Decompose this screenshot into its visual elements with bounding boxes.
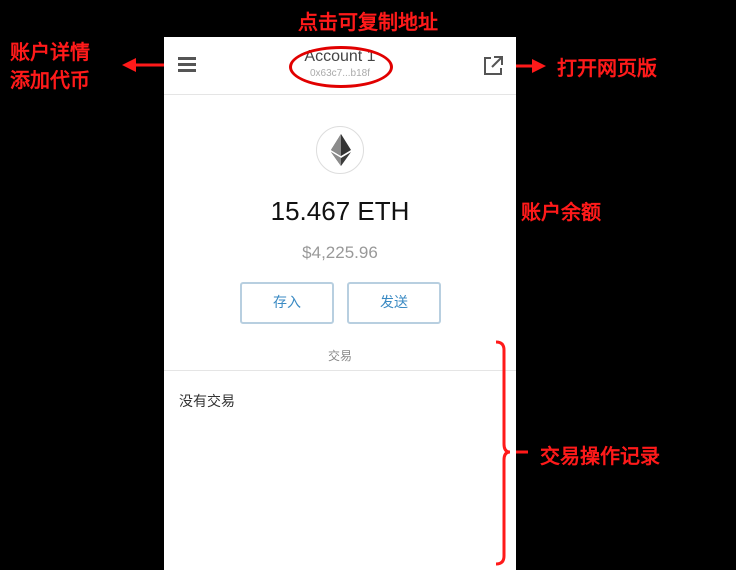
open-external-icon[interactable]: [482, 55, 504, 77]
wallet-header: Account 1 0x63c7...b18f: [164, 37, 516, 95]
arrow-open-web-head: [532, 59, 546, 73]
deposit-button[interactable]: 存入: [240, 282, 334, 324]
balance-amount: 15.467 ETH: [270, 196, 410, 226]
tab-transactions[interactable]: 交易: [164, 347, 516, 364]
divider: [164, 370, 516, 371]
account-name: Account 1: [304, 48, 376, 65]
account-address[interactable]: 0x63c7...b18f: [280, 68, 400, 79]
send-button[interactable]: 发送: [347, 282, 441, 324]
arrow-menu-head: [122, 58, 136, 72]
account-selector[interactable]: Account 1 0x63c7...b18f: [280, 48, 400, 79]
wallet-panel: Account 1 0x63c7...b18f 15.467 ETH $4,22…: [164, 37, 516, 570]
ethereum-icon: [316, 126, 364, 174]
hamburger-menu-icon[interactable]: [178, 57, 196, 73]
annotation-bracket: [495, 340, 511, 566]
empty-transactions-text: 没有交易: [179, 394, 235, 410]
fiat-value: $4,225.96: [302, 243, 378, 262]
